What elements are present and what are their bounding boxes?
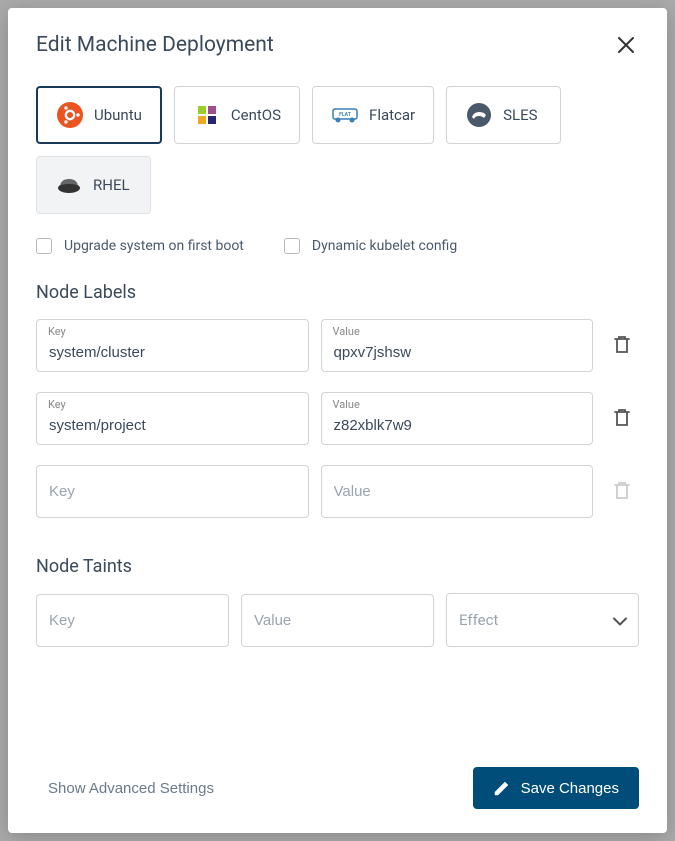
modal-header: Edit Machine Deployment (36, 32, 639, 58)
os-option-rhel[interactable]: RHEL (36, 156, 151, 214)
os-label: Flatcar (369, 106, 415, 124)
os-selection-grid: Ubuntu CentOS FLAT Flatcar SLES RHEL (36, 86, 639, 214)
value-input[interactable] (321, 465, 594, 518)
value-field: Value (321, 392, 594, 445)
field-label: Key (48, 398, 66, 411)
taint-key-field (36, 594, 229, 647)
label-row: Key Value (36, 319, 639, 372)
node-taints-section: Node Taints Effect (36, 556, 639, 647)
label-row: Key Value (36, 392, 639, 445)
checkbox-upgrade[interactable]: Upgrade system on first boot (36, 238, 244, 254)
pencil-icon (493, 779, 511, 797)
modal-footer: Show Advanced Settings Save Changes (36, 747, 639, 809)
value-field: Value (321, 319, 594, 372)
value-input[interactable] (321, 319, 594, 372)
checkbox-label: Dynamic kubelet config (312, 238, 457, 254)
close-icon (617, 36, 635, 54)
os-label: RHEL (93, 176, 130, 194)
os-label: Ubuntu (94, 106, 142, 124)
node-labels-section: Node Labels Key Value Key Value (36, 282, 639, 538)
os-option-centos[interactable]: CentOS (174, 86, 300, 144)
value-field (321, 465, 594, 518)
trash-icon (613, 480, 631, 500)
save-button-label: Save Changes (521, 780, 619, 797)
flatcar-icon: FLAT (331, 101, 359, 129)
edit-deployment-modal: Edit Machine Deployment Ubuntu CentOS FL… (8, 8, 667, 833)
field-label: Key (48, 325, 66, 338)
label-row-empty (36, 465, 639, 518)
checkbox-dynamic-kubelet[interactable]: Dynamic kubelet config (284, 238, 457, 254)
delete-label-button[interactable] (605, 399, 639, 438)
key-input[interactable] (36, 319, 309, 372)
delete-label-button[interactable] (605, 326, 639, 365)
field-label: Value (333, 398, 360, 411)
os-option-ubuntu[interactable]: Ubuntu (36, 86, 162, 144)
value-input[interactable] (321, 392, 594, 445)
sles-icon (465, 101, 493, 129)
key-input[interactable] (36, 392, 309, 445)
ubuntu-icon (56, 101, 84, 129)
taint-value-field (241, 594, 434, 647)
checkbox-row: Upgrade system on first boot Dynamic kub… (36, 238, 639, 254)
taint-row: Effect (36, 593, 639, 647)
save-changes-button[interactable]: Save Changes (473, 767, 639, 809)
close-button[interactable] (613, 32, 639, 58)
centos-icon (193, 101, 221, 129)
key-input[interactable] (36, 465, 309, 518)
trash-icon (613, 334, 631, 354)
taint-effect-select[interactable]: Effect (446, 593, 639, 647)
checkbox-label: Upgrade system on first boot (64, 238, 244, 254)
checkbox-box[interactable] (36, 238, 52, 254)
rhel-icon (55, 171, 83, 199)
key-field (36, 465, 309, 518)
os-label: CentOS (231, 106, 281, 124)
key-field: Key (36, 319, 309, 372)
field-label: Value (333, 325, 360, 338)
taint-value-input[interactable] (241, 594, 434, 647)
os-label: SLES (503, 106, 537, 124)
svg-text:FLAT: FLAT (339, 112, 351, 118)
section-title: Node Taints (36, 556, 639, 577)
taint-effect-field: Effect (446, 593, 639, 647)
checkbox-box[interactable] (284, 238, 300, 254)
trash-icon (613, 407, 631, 427)
os-option-flatcar[interactable]: FLAT Flatcar (312, 86, 434, 144)
modal-title: Edit Machine Deployment (36, 33, 274, 57)
section-title: Node Labels (36, 282, 639, 303)
key-field: Key (36, 392, 309, 445)
show-advanced-button[interactable]: Show Advanced Settings (36, 772, 226, 805)
taint-key-input[interactable] (36, 594, 229, 647)
delete-label-button (605, 472, 639, 511)
os-option-sles[interactable]: SLES (446, 86, 561, 144)
